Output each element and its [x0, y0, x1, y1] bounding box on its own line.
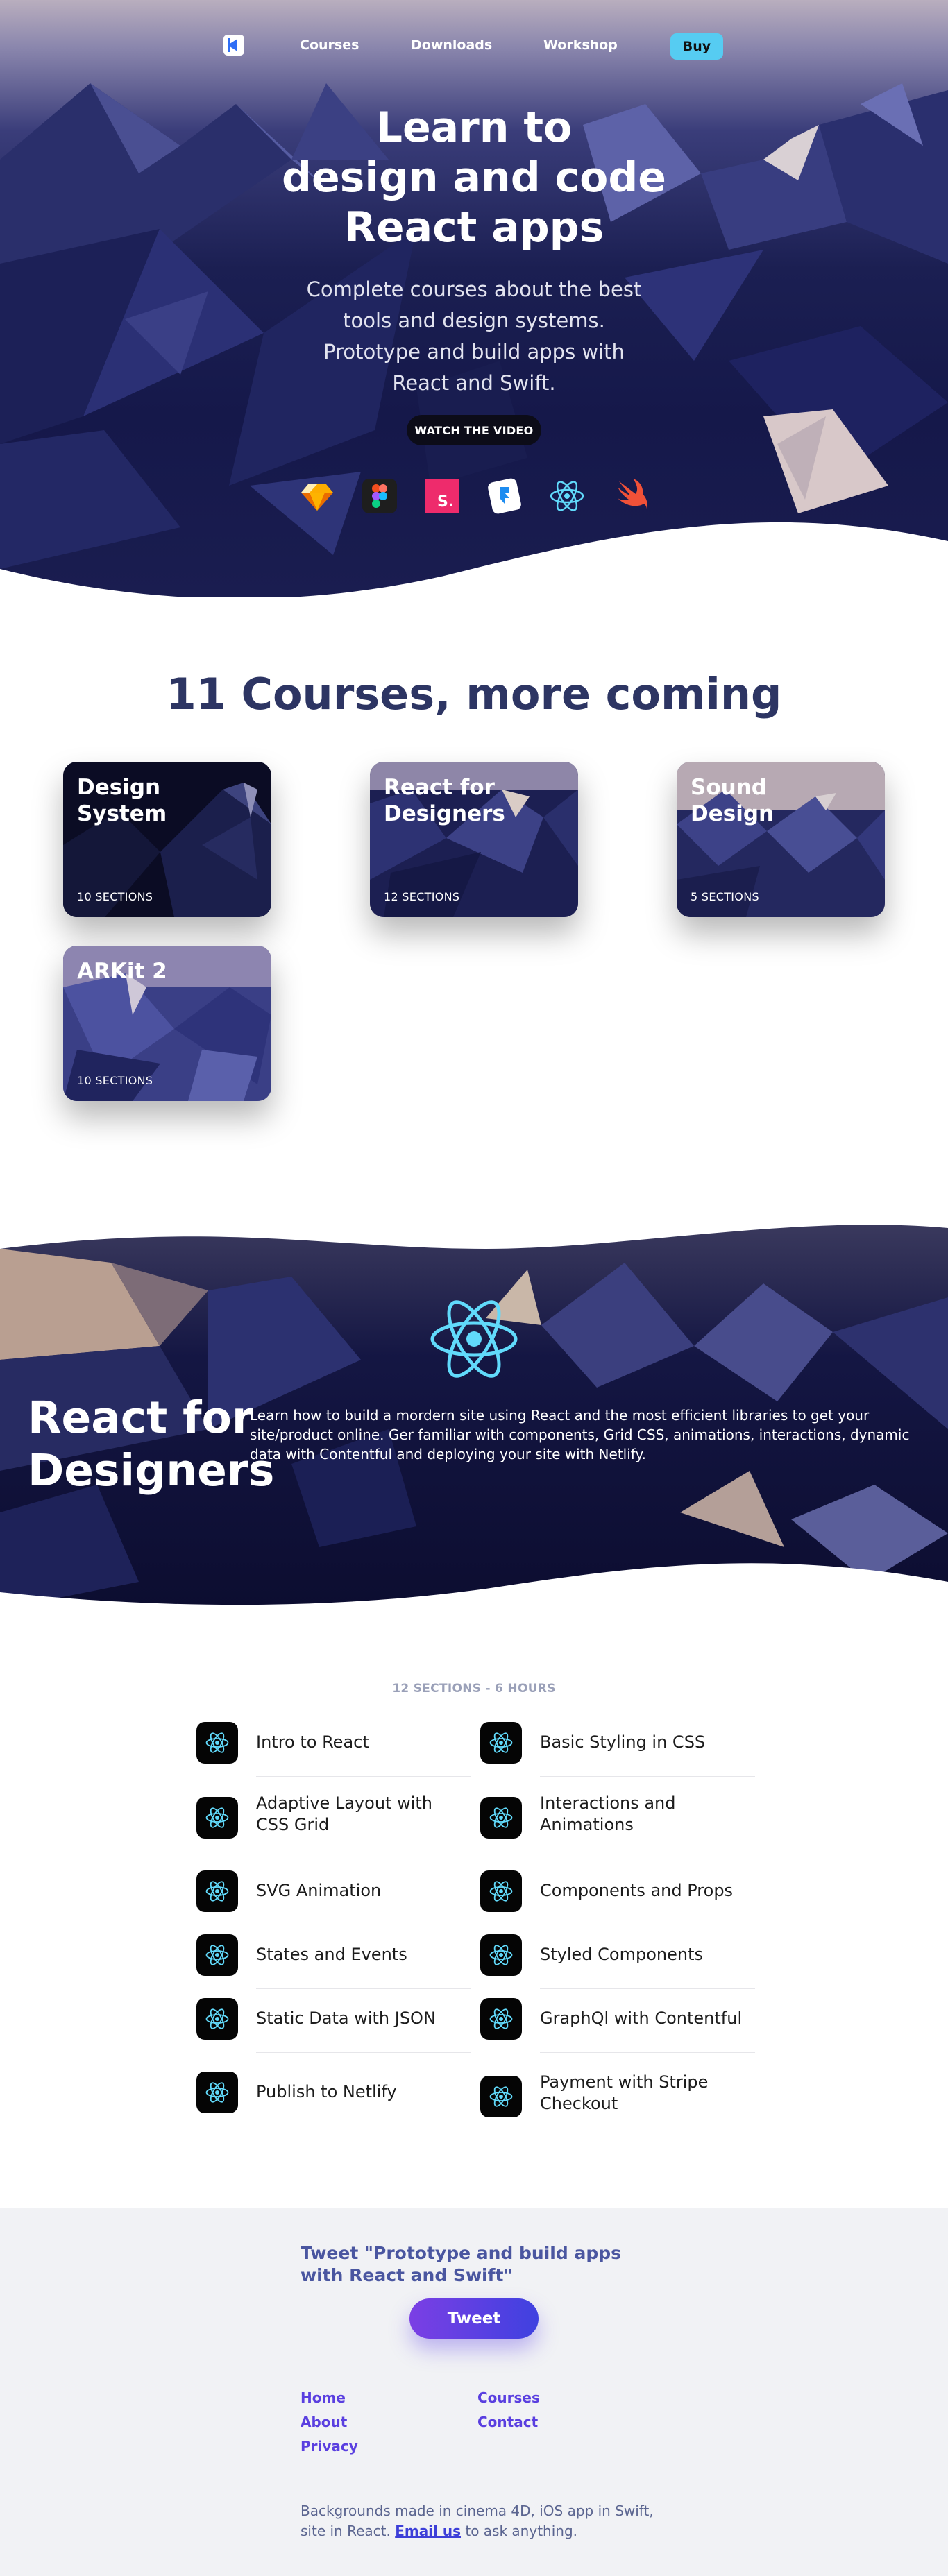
- card-sections-count: 5 SECTIONS: [691, 890, 759, 903]
- footer-link-about[interactable]: About: [301, 2414, 347, 2430]
- footer-link-home[interactable]: Home: [301, 2389, 346, 2406]
- nav-workshop-link[interactable]: Workshop: [543, 37, 618, 53]
- react-logo-icon: [430, 1300, 518, 1378]
- course-card-sound-design[interactable]: Sound Design 5 SECTIONS: [677, 762, 885, 917]
- hero-subtitle: Complete courses about the best tools an…: [306, 278, 642, 395]
- section-title: Intro to React: [256, 1732, 369, 1752]
- card-sections-count: 12 SECTIONS: [384, 890, 460, 903]
- section-item[interactable]: Basic Styling in CSS: [480, 1722, 755, 1784]
- hero-section: Courses Downloads Workshop Buy Learn to …: [0, 0, 948, 597]
- react-icon: [480, 1797, 522, 1839]
- section-title: SVG Animation: [256, 1881, 382, 1900]
- card-title: Design System: [77, 775, 167, 826]
- buy-button[interactable]: Buy: [670, 33, 723, 60]
- hero-title: Learn to design and code React apps: [266, 103, 682, 253]
- watch-video-button[interactable]: WATCH THE VIDEO: [407, 415, 541, 445]
- tweet-button[interactable]: Tweet: [409, 2298, 539, 2339]
- section-title: Adaptive Layout with CSS Grid: [256, 1793, 432, 1834]
- react-icon: [480, 1934, 522, 1976]
- section-item[interactable]: GraphQl with Contentful: [480, 1998, 755, 2061]
- section-item[interactable]: Adaptive Layout with CSS Grid: [196, 1793, 471, 1855]
- divider: [540, 1776, 755, 1777]
- section-title: Styled Components: [540, 1945, 703, 1964]
- banner-description: Learn how to build a mordern site using …: [250, 1407, 910, 1462]
- react-icon: [196, 2072, 238, 2113]
- hero-title-line-3: React apps: [344, 203, 604, 252]
- divider: [256, 2052, 471, 2053]
- react-icon: [196, 1934, 238, 1976]
- section-item[interactable]: Intro to React: [196, 1722, 471, 1784]
- email-us-link[interactable]: Email us: [395, 2523, 461, 2539]
- react-icon: [550, 481, 584, 511]
- section-item[interactable]: Static Data with JSON: [196, 1998, 471, 2061]
- card-title: ARKit 2: [77, 959, 167, 984]
- nav-downloads-link[interactable]: Downloads: [411, 37, 492, 53]
- card-title: Sound Design: [691, 775, 775, 826]
- section-item[interactable]: Styled Components: [480, 1934, 755, 1997]
- hero-title-line-1: Learn to: [375, 103, 573, 152]
- footer-link-contact[interactable]: Contact: [477, 2414, 538, 2430]
- card-sections-count: 10 SECTIONS: [77, 1074, 153, 1087]
- section-title: Publish to Netlify: [256, 2082, 397, 2101]
- card-title: React for Designers: [384, 775, 505, 826]
- svg-text:S.: S.: [437, 493, 454, 511]
- section-item[interactable]: SVG Animation: [196, 1870, 471, 1933]
- section-title: Payment with Stripe Checkout: [540, 2072, 709, 2113]
- top-navigation: Courses Downloads Workshop Buy: [0, 33, 948, 61]
- figma-icon: [362, 479, 397, 513]
- tweet-quote: Tweet "Prototype and build apps with Rea…: [301, 2243, 621, 2285]
- section-title: States and Events: [256, 1945, 407, 1964]
- course-card-design-system[interactable]: Design System 10 SECTIONS: [63, 762, 271, 917]
- section-item[interactable]: Payment with Stripe Checkout: [480, 2072, 755, 2134]
- sketch-icon: [301, 484, 333, 511]
- course-card-arkit-2[interactable]: ARKit 2 10 SECTIONS: [63, 946, 271, 1101]
- section-title: Interactions and Animations: [540, 1793, 676, 1834]
- react-icon: [480, 1870, 522, 1912]
- divider: [256, 1988, 471, 1989]
- footer-link-courses[interactable]: Courses: [477, 2389, 540, 2406]
- react-icon: [196, 1797, 238, 1839]
- react-icon: [196, 1870, 238, 1912]
- react-icon: [480, 1722, 522, 1764]
- footer-link-privacy[interactable]: Privacy: [301, 2438, 358, 2455]
- swift-icon: [618, 479, 647, 509]
- section-item[interactable]: Components and Props: [480, 1870, 755, 1933]
- banner-title: React for Designers: [28, 1392, 275, 1496]
- studio-icon: S.: [425, 479, 459, 513]
- react-icon: [480, 2076, 522, 2117]
- section-item[interactable]: Interactions and Animations: [480, 1793, 755, 1855]
- react-icon: [196, 1722, 238, 1764]
- react-icon: [480, 1998, 522, 2040]
- card-sections-count: 10 SECTIONS: [77, 890, 153, 903]
- section-title: GraphQl with Contentful: [540, 2008, 743, 2028]
- section-title: Basic Styling in CSS: [540, 1732, 706, 1752]
- divider: [540, 1988, 755, 1989]
- course-card-react-for-designers[interactable]: React for Designers 12 SECTIONS: [370, 762, 578, 917]
- nav-courses-link[interactable]: Courses: [300, 37, 359, 53]
- framer-icon: [488, 478, 521, 514]
- react-icon: [196, 1998, 238, 2040]
- sections-summary: 12 SECTIONS - 6 HOURS: [392, 1682, 556, 1696]
- section-title: Components and Props: [540, 1881, 734, 1900]
- credits-text-end: to ask anything.: [465, 2523, 577, 2539]
- logo-icon[interactable]: [223, 35, 244, 56]
- divider: [540, 2052, 755, 2053]
- section-item[interactable]: Publish to Netlify: [196, 2072, 471, 2134]
- section-title: Static Data with JSON: [256, 2008, 436, 2028]
- divider: [256, 1776, 471, 1777]
- footer-credits: Backgrounds made in cinema 4D, iOS app i…: [301, 2501, 661, 2541]
- section-item[interactable]: States and Events: [196, 1934, 471, 1997]
- courses-heading: 11 Courses, more coming: [166, 669, 782, 719]
- hero-title-line-2: design and code: [282, 153, 666, 202]
